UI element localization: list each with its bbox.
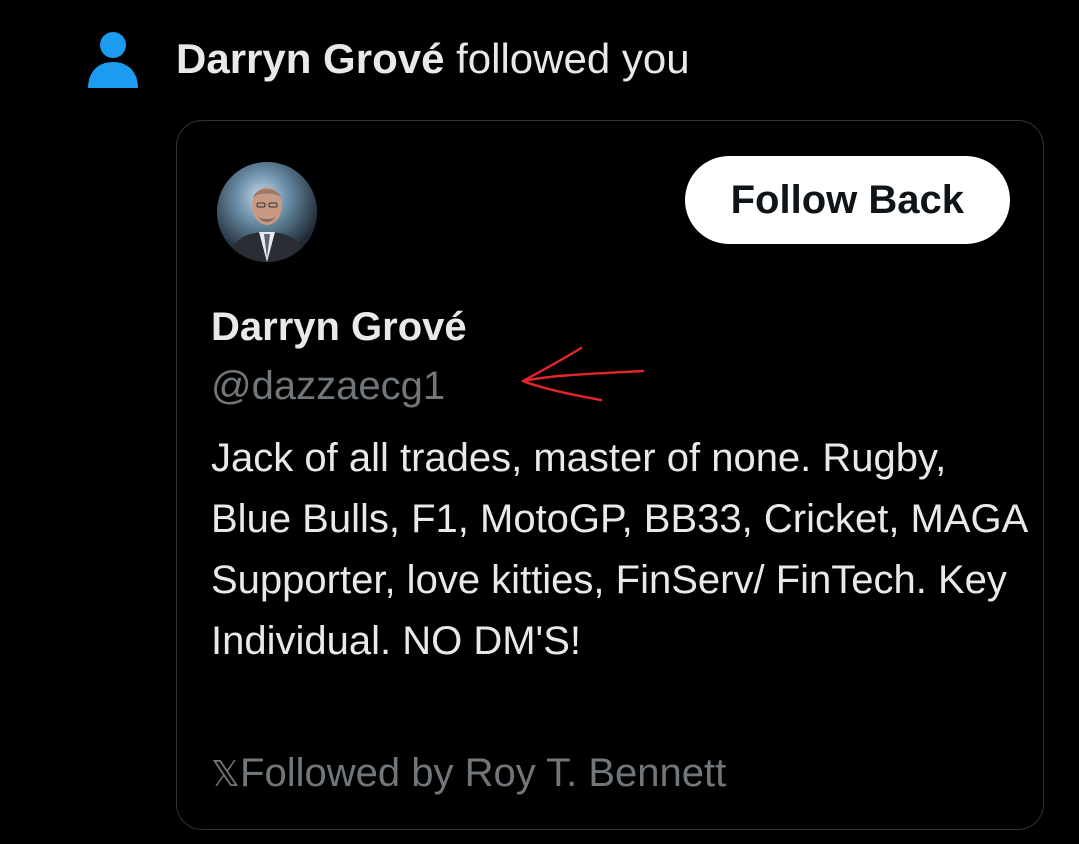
user-handle[interactable]: @dazzaecg1: [211, 364, 445, 409]
followed-by: 𝕏Followed by Roy T. Bennett: [211, 751, 726, 796]
notification-actor-name[interactable]: Darryn Grové: [176, 35, 444, 82]
notification-text: Darryn Grové followed you: [176, 33, 690, 85]
person-icon: [88, 32, 138, 88]
user-card[interactable]: Follow Back Darryn Grové @dazzaecg1 Jack…: [176, 120, 1044, 830]
user-bio: Jack of all trades, master of none. Rugb…: [211, 436, 1027, 663]
follow-notification[interactable]: Darryn Grové followed you Follow Back Da…: [0, 0, 1079, 844]
follow-back-button[interactable]: Follow Back: [684, 156, 1010, 244]
avatar[interactable]: [217, 162, 317, 262]
avatar-photo: [217, 162, 317, 262]
display-name[interactable]: Darryn Grové: [211, 305, 467, 350]
notification-action: followed you: [444, 35, 690, 82]
followed-by-text: Followed by Roy T. Bennett: [240, 751, 727, 795]
red-arrow-annotation: [521, 346, 645, 402]
x-logo-icon: 𝕏: [211, 753, 241, 794]
notification-icon-wrap: [86, 30, 140, 90]
